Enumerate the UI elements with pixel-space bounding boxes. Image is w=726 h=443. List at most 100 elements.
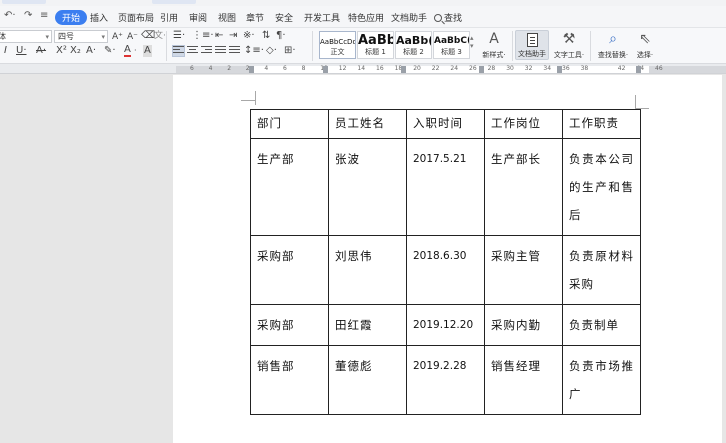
document-tab-2[interactable] bbox=[152, 0, 196, 4]
tab-references[interactable]: 引用 bbox=[160, 11, 178, 24]
font-size-select[interactable]: 四号 ▾ bbox=[54, 30, 108, 43]
borders-icon[interactable]: ⊞· bbox=[284, 45, 296, 57]
search-label: 查找 bbox=[444, 14, 463, 24]
horizontal-ruler[interactable]: 6422468101214161820222426283032343638424… bbox=[0, 64, 726, 74]
cell-name[interactable]: 刘思伟 bbox=[328, 235, 407, 305]
cell-dept[interactable]: 采购部 bbox=[250, 304, 329, 346]
align-left-icon[interactable] bbox=[172, 45, 185, 57]
ribbon-toolbar: 宋体▾ 四号▾ A⁺ A⁻ ⌫ 文· I U· A· X² X₂ A· ✎· A… bbox=[0, 28, 726, 64]
tab-developer[interactable]: 开发工具 bbox=[304, 11, 340, 24]
ruler-column-marker[interactable] bbox=[401, 66, 406, 73]
undo-icon[interactable]: ↶· bbox=[4, 10, 16, 21]
search-menu[interactable]: 查找 bbox=[434, 11, 462, 24]
ruler-column-marker[interactable] bbox=[557, 66, 562, 73]
numbered-list-icon[interactable]: ⋮≡· bbox=[192, 30, 214, 42]
cell-name[interactable]: 董德彪 bbox=[328, 345, 407, 415]
sort-icon[interactable]: ⇅ bbox=[262, 30, 270, 42]
tab-doc-assistant[interactable]: 文档助手 bbox=[391, 11, 427, 24]
cell-hire-date[interactable]: 2017.5.21 bbox=[406, 138, 485, 236]
subscript-icon[interactable]: X₂ bbox=[70, 45, 81, 57]
cell-duty[interactable]: 负责本公司的生产和售后 bbox=[562, 138, 641, 236]
ruler-column-marker[interactable] bbox=[636, 66, 641, 73]
ruler-column-marker[interactable] bbox=[249, 66, 254, 73]
cell-position[interactable]: 销售经理 bbox=[484, 345, 563, 415]
style-heading-1[interactable]: AaBb 标题 1 bbox=[357, 31, 394, 59]
line-spacing-icon[interactable]: ↕≡· bbox=[244, 45, 264, 57]
style-normal[interactable]: AaBbCcDd 正文 bbox=[319, 31, 356, 59]
select-button[interactable]: ⇖ 选择· bbox=[628, 30, 662, 60]
employee-table[interactable]: 部门 员工姓名 入职时间 工作岗位 工作职责 生产部 张波 2017.5.21 … bbox=[250, 109, 641, 415]
document-tab-1[interactable] bbox=[2, 0, 46, 4]
header-dept[interactable]: 部门 bbox=[250, 109, 329, 139]
font-color-icon[interactable]: A bbox=[124, 45, 131, 57]
header-hire-date[interactable]: 入职时间 bbox=[406, 109, 485, 139]
style-heading-2[interactable]: AaBb( 标题 2 bbox=[395, 31, 432, 59]
shrink-font-icon[interactable]: A⁻ bbox=[127, 31, 138, 43]
tab-review[interactable]: 审阅 bbox=[189, 11, 207, 24]
align-center-icon[interactable] bbox=[187, 46, 198, 56]
cell-dept[interactable]: 采购部 bbox=[250, 235, 329, 305]
superscript-icon[interactable]: X² bbox=[56, 45, 67, 57]
ruler-number: 2 bbox=[227, 65, 232, 72]
cell-name[interactable]: 张波 bbox=[328, 138, 407, 236]
grow-font-icon[interactable]: A⁺ bbox=[112, 31, 123, 43]
cell-duty[interactable]: 负责原材料采购 bbox=[562, 235, 641, 305]
tab-special-apps[interactable]: 特色应用 bbox=[348, 11, 384, 24]
char-shading-icon[interactable]: A bbox=[143, 45, 152, 57]
distribute-icon[interactable] bbox=[229, 46, 240, 56]
chevron-down-icon[interactable]: · bbox=[134, 45, 137, 57]
highlight-icon[interactable]: ✎· bbox=[104, 45, 116, 57]
style-gallery-scroll-icon[interactable]: ▴ ▾ bbox=[470, 34, 474, 50]
new-style-button[interactable]: A 新样式· bbox=[477, 30, 511, 60]
cell-hire-date[interactable]: 2019.12.20 bbox=[406, 304, 485, 346]
header-name[interactable]: 员工姓名 bbox=[328, 109, 407, 139]
shading-icon[interactable]: ◇· bbox=[266, 45, 277, 57]
tab-page-layout[interactable]: 页面布局 bbox=[118, 11, 154, 24]
font-name-select[interactable]: 宋体 ▾ bbox=[0, 30, 52, 43]
ruler-number: 32 bbox=[524, 65, 533, 72]
tab-security[interactable]: 安全 bbox=[275, 11, 293, 24]
tab-view[interactable]: 视图 bbox=[218, 11, 236, 24]
italic-icon[interactable]: I bbox=[4, 45, 7, 57]
table-row: 生产部 张波 2017.5.21 生产部长 负责本公司的生产和售后 bbox=[250, 138, 641, 236]
cell-duty[interactable]: 负责市场推广 bbox=[562, 345, 641, 415]
document-page[interactable]: 部门 员工姓名 入职时间 工作岗位 工作职责 生产部 张波 2017.5.21 … bbox=[173, 75, 722, 443]
tab-chapter[interactable]: 章节 bbox=[246, 11, 264, 24]
tab-insert[interactable]: 插入 bbox=[90, 11, 108, 24]
tab-home[interactable]: 开始 bbox=[55, 10, 88, 25]
decrease-indent-icon[interactable]: ⇤ bbox=[215, 30, 223, 42]
cell-position[interactable]: 生产部长 bbox=[484, 138, 563, 236]
cell-position[interactable]: 采购主管 bbox=[484, 235, 563, 305]
chinese-layout-icon[interactable]: ※· bbox=[243, 30, 255, 42]
cell-name[interactable]: 田红霞 bbox=[328, 304, 407, 346]
text-effect-icon[interactable]: A· bbox=[86, 45, 96, 57]
phonetic-guide-icon[interactable]: 文· bbox=[154, 30, 166, 42]
header-duty[interactable]: 工作职责 bbox=[562, 109, 641, 139]
doc-assistant-button[interactable]: 文档助手 bbox=[515, 30, 549, 60]
font-name-value: 宋体 bbox=[0, 32, 6, 41]
header-position[interactable]: 工作岗位 bbox=[484, 109, 563, 139]
cell-dept[interactable]: 生产部 bbox=[250, 138, 329, 236]
ruler-number: 22 bbox=[431, 65, 440, 72]
show-marks-icon[interactable]: ¶· bbox=[276, 30, 286, 42]
ruler-number: 20 bbox=[413, 65, 421, 72]
ruler-column-marker[interactable] bbox=[323, 66, 328, 73]
cell-hire-date[interactable]: 2018.6.30 bbox=[406, 235, 485, 305]
text-tools-button[interactable]: ⚒ 文字工具· bbox=[552, 30, 586, 60]
cell-hire-date[interactable]: 2019.2.28 bbox=[406, 345, 485, 415]
style-heading-3[interactable]: AaBbC( 标题 3 bbox=[433, 31, 470, 59]
align-right-icon[interactable] bbox=[201, 46, 212, 56]
cell-position[interactable]: 采购内勤 bbox=[484, 304, 563, 346]
strikethrough-icon[interactable]: A· bbox=[36, 45, 46, 57]
cell-dept[interactable]: 销售部 bbox=[250, 345, 329, 415]
ruler-column-marker[interactable] bbox=[479, 66, 484, 73]
justify-icon[interactable] bbox=[215, 46, 226, 56]
underline-icon[interactable]: U· bbox=[16, 45, 27, 57]
customize-quick-access-icon[interactable]: ≡ bbox=[40, 10, 48, 21]
ruler-number: 14 bbox=[357, 65, 366, 72]
redo-icon[interactable]: ↷ bbox=[24, 10, 32, 21]
bullet-list-icon[interactable]: ☰· bbox=[173, 30, 185, 42]
increase-indent-icon[interactable]: ⇥ bbox=[229, 30, 237, 42]
ruler-number: 8 bbox=[301, 65, 306, 72]
cell-duty[interactable]: 负责制单 bbox=[562, 304, 641, 346]
